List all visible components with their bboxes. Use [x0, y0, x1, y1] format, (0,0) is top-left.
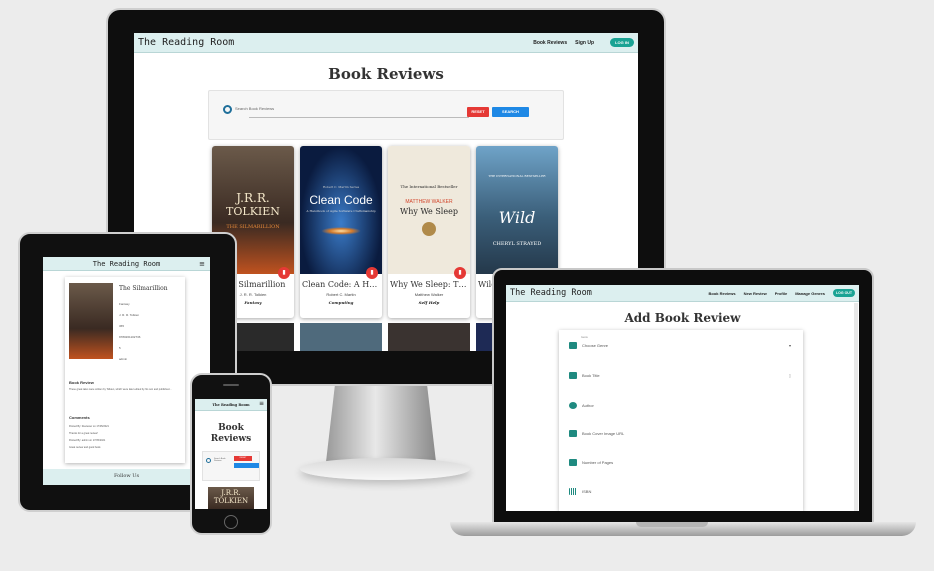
- author-field[interactable]: Author: [569, 402, 594, 409]
- search-icon: [206, 458, 211, 463]
- review-card: The Silmarillion Fantasy J. R. R. Tolkie…: [65, 277, 185, 463]
- phone-screen: The Reading Room ≡ Book Reviews Search B…: [195, 399, 267, 509]
- book-icon: ▮: [278, 267, 290, 279]
- document-icon: [569, 459, 577, 466]
- nav-book-reviews[interactable]: Book Reviews: [533, 40, 567, 46]
- pages-field[interactable]: Number of Pages: [569, 459, 613, 466]
- menu-icon[interactable]: ≡: [199, 260, 205, 268]
- search-button[interactable]: SEARCH: [492, 107, 529, 117]
- search-icon: [223, 105, 232, 114]
- nav-book-reviews[interactable]: Book Reviews: [709, 291, 736, 296]
- search-underline: [249, 117, 469, 118]
- book-card[interactable]: The International Bestseller MATTHEW WAL…: [388, 146, 470, 318]
- book-title-field[interactable]: Book Title ▯: [569, 372, 791, 379]
- page-title: Book Reviews: [328, 65, 444, 83]
- chevron-down-icon: ▾: [788, 343, 791, 348]
- nav-new-review[interactable]: New Review: [744, 291, 767, 296]
- monitor-stand: [326, 386, 436, 462]
- isbn-field[interactable]: ISBN: [569, 488, 591, 495]
- review-text: These great tales were written by Tolkie…: [69, 388, 172, 391]
- search-panel: Search Book Reviews RESET: [202, 451, 260, 481]
- footer: Follow Us: [43, 469, 210, 485]
- brand-logo[interactable]: The Reading Room: [138, 37, 234, 48]
- phone-navbar: The Reading Room ≡: [195, 399, 267, 411]
- add-review-form: Genre Choose Genre ▾ Book Title ▯ Author…: [559, 330, 803, 511]
- book-icon: ▮: [366, 267, 378, 279]
- book-card[interactable]: Robert C. Martin Series Clean Code A Han…: [300, 146, 382, 318]
- nav-profile[interactable]: Profile: [775, 291, 787, 296]
- book-card[interactable]: [300, 323, 382, 351]
- tag-icon: [569, 342, 577, 349]
- person-icon: [569, 402, 577, 409]
- page-title: Add Book Review: [624, 311, 741, 325]
- laptop-navbar: The Reading Room Book Reviews New Review…: [506, 285, 859, 302]
- laptop-screen: The Reading Room Book Reviews New Review…: [506, 285, 859, 511]
- cover-url-field[interactable]: Book Cover Image URL: [569, 430, 624, 437]
- menu-icon[interactable]: ≡: [259, 400, 264, 407]
- search-input[interactable]: Search Book Reviews: [235, 106, 274, 111]
- book-cover: Robert C. Martin Series Clean Code A Han…: [300, 146, 382, 274]
- search-panel: Search Book Reviews RESET SEARCH: [208, 90, 564, 140]
- reset-button[interactable]: RESET: [467, 107, 489, 117]
- book-cover: The International Bestseller MATTHEW WAL…: [388, 146, 470, 274]
- review-heading: Book Review: [69, 380, 94, 385]
- genre-select[interactable]: Choose Genre ▾: [569, 342, 791, 349]
- clear-icon: ▯: [788, 373, 791, 378]
- comments-heading: Comments: [69, 415, 90, 420]
- barcode-icon: [569, 488, 577, 495]
- image-icon: [569, 430, 577, 437]
- monitor-base: [300, 458, 470, 480]
- nav-sign-up[interactable]: Sign Up: [575, 40, 594, 46]
- comments-list: Posted By: Reviewer on 17/05/2021 Thanks…: [69, 425, 109, 449]
- book-cover: [69, 283, 113, 359]
- search-input[interactable]: Search Book Reviews: [214, 458, 232, 462]
- reset-button[interactable]: RESET: [234, 456, 252, 461]
- tablet-navbar: The Reading Room ≡: [43, 257, 210, 271]
- desktop-navbar: The Reading Room Book Reviews Sign Up LO…: [134, 33, 638, 53]
- tablet-screen: The Reading Room ≡ The Silmarillion Fant…: [43, 257, 210, 485]
- scrollbar[interactable]: [854, 303, 858, 511]
- laptop-notch: [636, 522, 708, 527]
- book-title: The Silmarillion: [119, 285, 168, 292]
- book-icon: [569, 372, 577, 379]
- book-icon: ▮: [454, 267, 466, 279]
- phone-home-button[interactable]: [224, 515, 238, 529]
- phone-speaker: [223, 384, 239, 386]
- page-title: Book Reviews: [210, 423, 252, 444]
- logout-button[interactable]: LOG OUT: [833, 289, 855, 297]
- book-card[interactable]: [388, 323, 470, 351]
- nav-manage-genres[interactable]: Manage Genres: [795, 291, 825, 296]
- login-button[interactable]: LOG IN: [610, 38, 634, 47]
- book-cover[interactable]: J.R.R. TOLKIEN: [208, 487, 254, 509]
- search-button[interactable]: [234, 463, 259, 468]
- book-cover: THE INTERNATIONAL BESTSELLER Wild CHERYL…: [476, 146, 558, 274]
- book-details: Fantasy J. R. R. Tolkien 365 97802611027…: [119, 302, 141, 361]
